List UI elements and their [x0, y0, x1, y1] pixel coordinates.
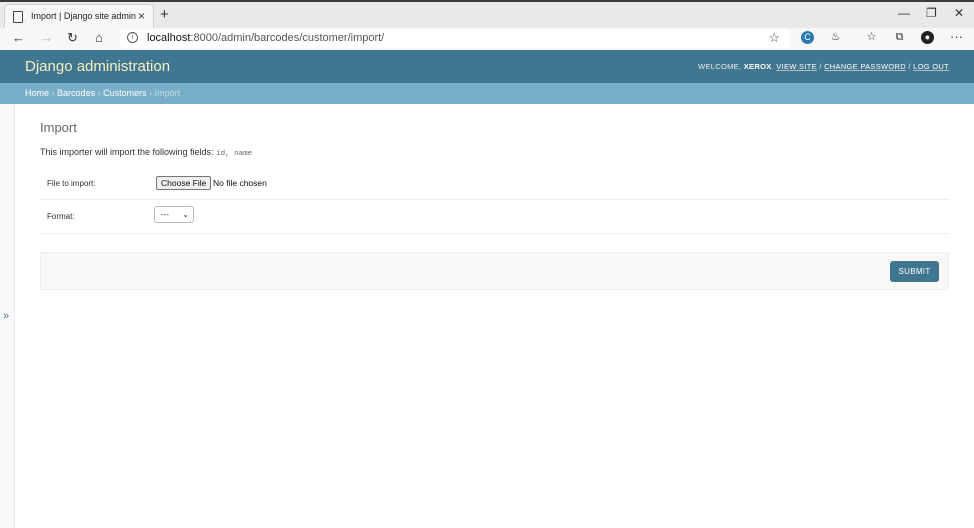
more-icon[interactable]: ··· — [950, 29, 963, 44]
page-title: Import — [40, 120, 77, 135]
new-tab-icon[interactable]: + — [160, 6, 169, 23]
admin-header: Django administration WELCOME, XEROX. VI… — [0, 50, 974, 83]
browser-toolbar: ← → ↻ ⌂ i localhost:8000/admin/barcodes/… — [0, 28, 974, 50]
window-close-icon[interactable]: ✕ — [954, 6, 964, 20]
minimize-icon[interactable]: — — [898, 6, 910, 20]
submit-row: SUBMIT — [40, 252, 949, 290]
url-text: localhost:8000/admin/barcodes/customer/i… — [147, 32, 385, 44]
change-password-link[interactable]: CHANGE PASSWORD — [824, 62, 906, 71]
format-select[interactable]: --- ⌄ — [154, 206, 194, 223]
welcome-text: WELCOME, — [698, 62, 742, 71]
info-icon[interactable]: i — [127, 32, 138, 43]
profile-avatar-icon[interactable]: ● — [921, 31, 934, 44]
file-label: File to import: — [47, 179, 96, 188]
submit-button[interactable]: SUBMIT — [890, 261, 939, 282]
log-out-link[interactable]: LOG OUT — [913, 62, 949, 71]
form-row-format: Format: --- ⌄ — [40, 199, 949, 234]
maximize-icon[interactable]: ❐ — [926, 6, 937, 20]
close-tab-icon[interactable]: × — [138, 9, 145, 23]
favorite-icon[interactable]: ☆ — [768, 30, 780, 46]
site-name[interactable]: Django administration — [25, 58, 170, 75]
forward-icon[interactable]: → — [40, 30, 53, 45]
import-intro: This importer will import the following … — [40, 147, 253, 158]
extension-c-icon[interactable]: C — [801, 31, 814, 44]
breadcrumb: Home › Barcodes › Customers › Import — [0, 83, 974, 104]
expand-icon[interactable]: » — [3, 310, 9, 322]
home-icon[interactable]: ⌂ — [95, 30, 103, 45]
choose-file-button[interactable]: Choose File — [156, 176, 212, 190]
nav-sidebar-toggle[interactable]: » — [0, 104, 15, 528]
flame-icon[interactable]: ♨ — [829, 31, 842, 44]
tab-title: Import | Django site admin — [31, 11, 136, 21]
username: XEROX — [743, 62, 772, 71]
chevron-down-icon: ⌄ — [182, 210, 189, 219]
user-tools: WELCOME, XEROX. VIEW SITE / CHANGE PASSW… — [698, 62, 949, 71]
format-label: Format: — [47, 212, 75, 221]
field-list: id, name — [216, 150, 253, 158]
view-site-link[interactable]: VIEW SITE — [776, 62, 817, 71]
breadcrumb-customers[interactable]: Customers — [103, 88, 147, 98]
browser-tab[interactable]: Import | Django site admin × — [4, 4, 154, 30]
form-row-file: File to import: Choose File No file chos… — [40, 168, 949, 200]
breadcrumb-barcodes[interactable]: Barcodes — [57, 88, 95, 98]
separator: / — [819, 62, 822, 71]
collections-icon[interactable]: ⧉ — [893, 31, 906, 44]
favorites-list-icon[interactable]: ☆ — [865, 31, 878, 44]
refresh-icon[interactable]: ↻ — [67, 30, 78, 46]
file-status: No file chosen — [213, 178, 267, 188]
page-icon — [13, 11, 23, 23]
separator: / — [908, 62, 911, 71]
address-bar[interactable]: i localhost:8000/admin/barcodes/customer… — [120, 29, 790, 48]
breadcrumb-home[interactable]: Home — [25, 88, 49, 98]
back-icon[interactable]: ← — [12, 30, 25, 45]
breadcrumb-current: Import — [154, 88, 181, 98]
browser-tab-strip: Import | Django site admin × + — ❐ ✕ — [0, 0, 974, 30]
